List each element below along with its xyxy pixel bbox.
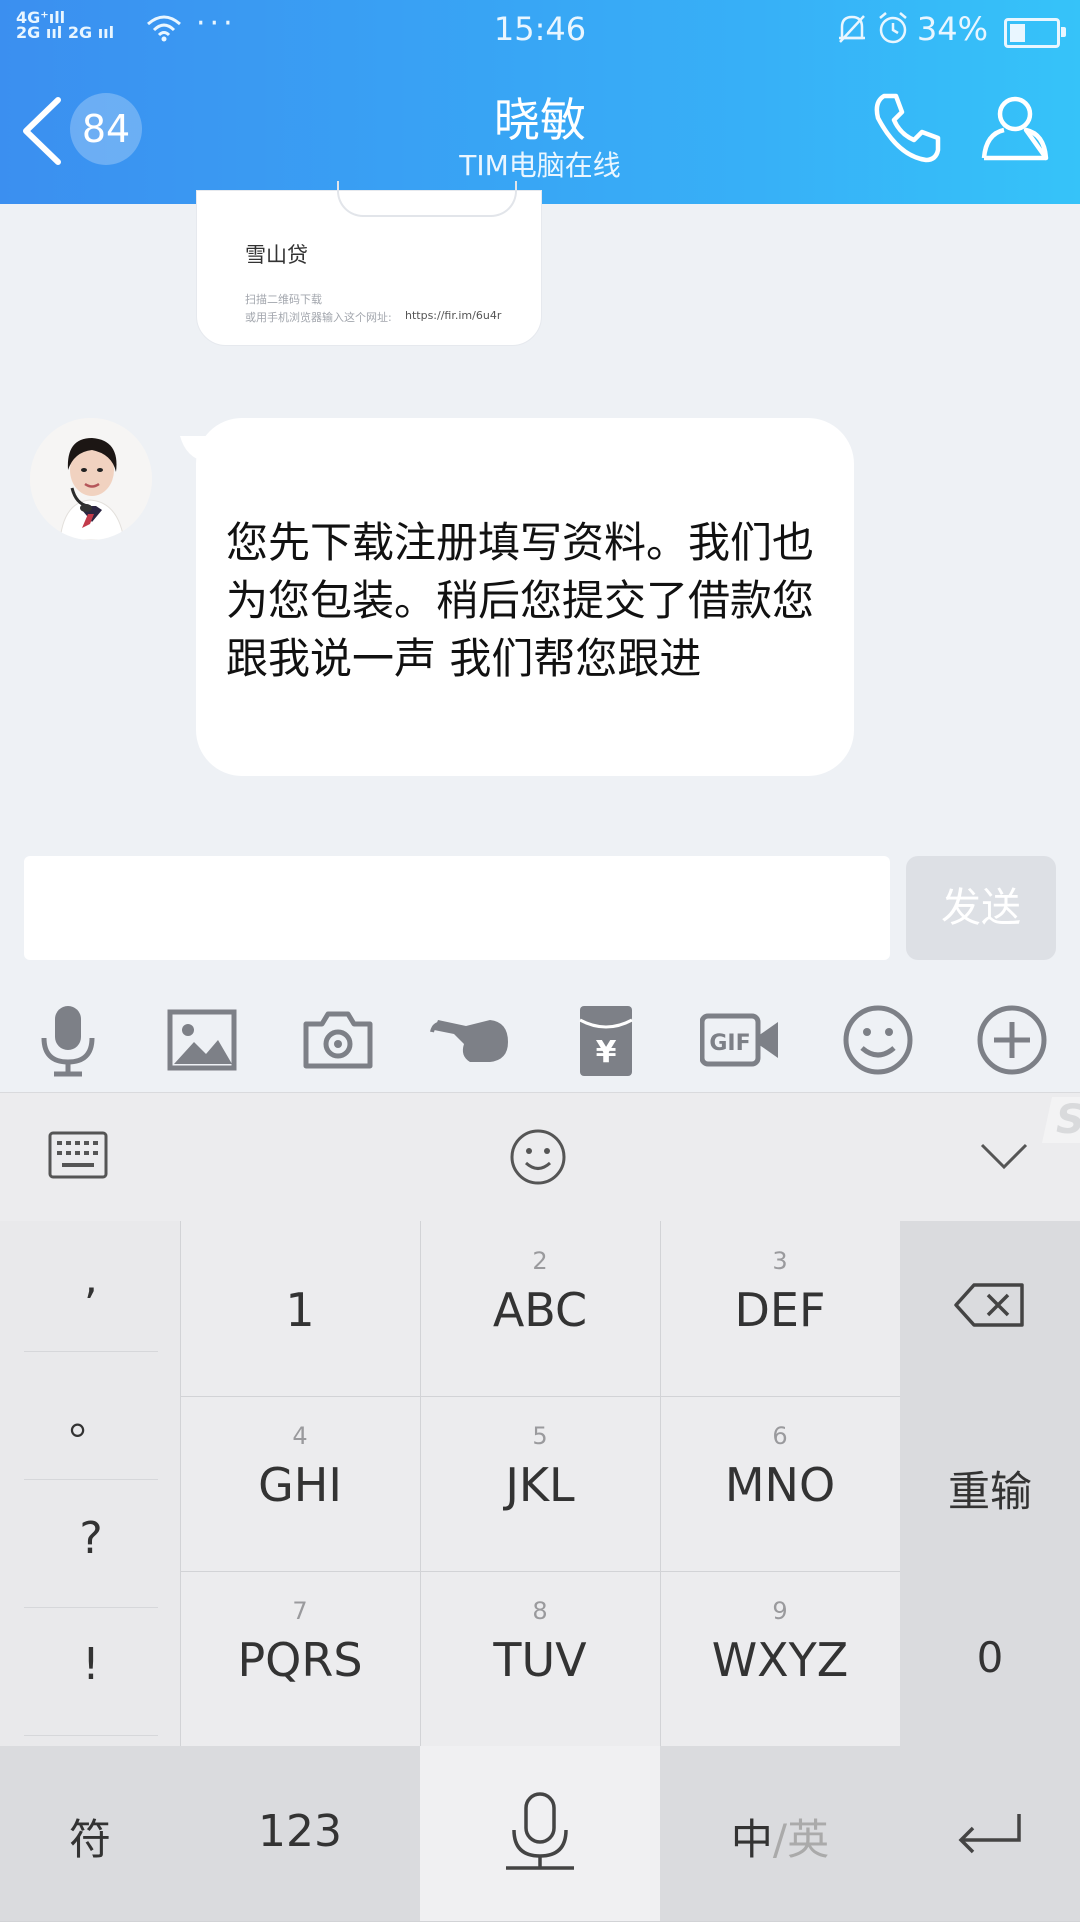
download-card-message[interactable]: 雪山贷 扫描二维码下载 或用手机浏览器输入这个网址: https://fir.i… [196, 181, 542, 346]
key-6-mno[interactable]: 6 MNO [660, 1396, 901, 1572]
punct-period[interactable]: 。 [24, 1383, 158, 1447]
microphone-icon[interactable] [28, 1000, 108, 1080]
plus-icon[interactable] [972, 1000, 1052, 1080]
punct-exclaim[interactable]: ! [24, 1639, 158, 1690]
key-5-jkl[interactable]: 5 JKL [420, 1396, 661, 1572]
card-hint-line1: 扫描二维码下载 [245, 293, 322, 306]
punct-question[interactable]: ? [24, 1513, 158, 1564]
message-bubble[interactable]: 您先下载注册填写资料。我们也为您包装。稍后您提交了借款您跟我说一声 我们帮您跟进 [196, 418, 854, 776]
key-1[interactable]: 1 [180, 1221, 421, 1397]
sogou-logo-icon: S [1042, 1097, 1080, 1143]
key-3-def[interactable]: 3 DEF [660, 1221, 901, 1397]
svg-text:¥: ¥ [596, 1035, 617, 1070]
message-text: 您先下载注册填写资料。我们也为您包装。稍后您提交了借款您跟我说一声 我们帮您跟进 [226, 518, 815, 683]
camera-icon[interactable] [298, 1000, 378, 1080]
chat-header: 4G⁺ıll 2G ııl 2G ııl ··· 15:46 34% 84 晓敏… [0, 0, 1080, 204]
bell-muted-icon [839, 15, 865, 43]
battery-percent: 34% [916, 10, 988, 48]
avatar[interactable] [30, 418, 152, 540]
lang-zh: 中 [730, 1815, 773, 1864]
reenter-key[interactable]: 重输 [900, 1396, 1080, 1572]
emoji-icon[interactable] [838, 1000, 918, 1080]
card-url[interactable]: https://fir.im/6u4r [405, 309, 501, 322]
divider [24, 1607, 158, 1608]
card-hint-line2: 或用手机浏览器输入这个网址: [245, 311, 392, 324]
gif-icon[interactable]: GIF [699, 1000, 780, 1080]
backspace-icon [954, 1283, 1024, 1327]
svg-text:GIF: GIF [709, 1031, 750, 1056]
keyboard-icon[interactable] [48, 1131, 108, 1179]
divider [24, 1479, 158, 1480]
divider [24, 1735, 158, 1736]
battery-icon [1004, 18, 1066, 48]
lang-sep: / [772, 1815, 788, 1864]
key-9-wxyz[interactable]: 9 WXYZ [660, 1571, 901, 1747]
message-input[interactable] [24, 856, 890, 960]
phone-icon[interactable] [870, 90, 944, 164]
lang-en: 英 [787, 1815, 830, 1864]
ime-keyboard: S , 。 ? ! 1 2 ABC 3 DEF 4 GHI 5 JKL 6 MN… [0, 1092, 1080, 1922]
zero-key[interactable]: 0 [900, 1571, 1080, 1747]
collapse-keyboard-icon[interactable] [978, 1141, 1030, 1171]
key-2-abc[interactable]: 2 ABC [420, 1221, 661, 1397]
symbol-key[interactable]: 符 [0, 1746, 181, 1922]
punct-comma[interactable]: , [24, 1253, 158, 1304]
svg-text:S: S [1056, 1097, 1080, 1143]
profile-icon[interactable] [980, 92, 1050, 162]
key-8-tuv[interactable]: 8 TUV [420, 1571, 661, 1747]
alarm-icon [879, 12, 907, 44]
poke-hand-icon[interactable] [430, 1000, 510, 1080]
divider [24, 1351, 158, 1352]
battery-fill [1010, 24, 1025, 42]
send-button[interactable]: 发送 [906, 856, 1056, 960]
avatar-image [30, 418, 152, 540]
number-switch-key[interactable]: 123 [180, 1746, 421, 1922]
card-app-name: 雪山贷 [245, 243, 308, 267]
keyboard-emoji-icon[interactable] [508, 1127, 568, 1187]
voice-input-key[interactable] [420, 1746, 661, 1922]
microphone-icon [506, 1792, 574, 1870]
enter-icon [958, 1814, 1021, 1854]
red-packet-icon[interactable]: ¥ [566, 1000, 646, 1080]
key-7-pqrs[interactable]: 7 PQRS [180, 1571, 421, 1747]
enter-key[interactable] [900, 1746, 1080, 1922]
backspace-key[interactable] [900, 1221, 1080, 1397]
image-icon[interactable] [162, 1000, 242, 1080]
card-button[interactable] [337, 181, 517, 217]
language-switch-key[interactable]: 中/英 [660, 1746, 901, 1922]
key-4-ghi[interactable]: 4 GHI [180, 1396, 421, 1572]
